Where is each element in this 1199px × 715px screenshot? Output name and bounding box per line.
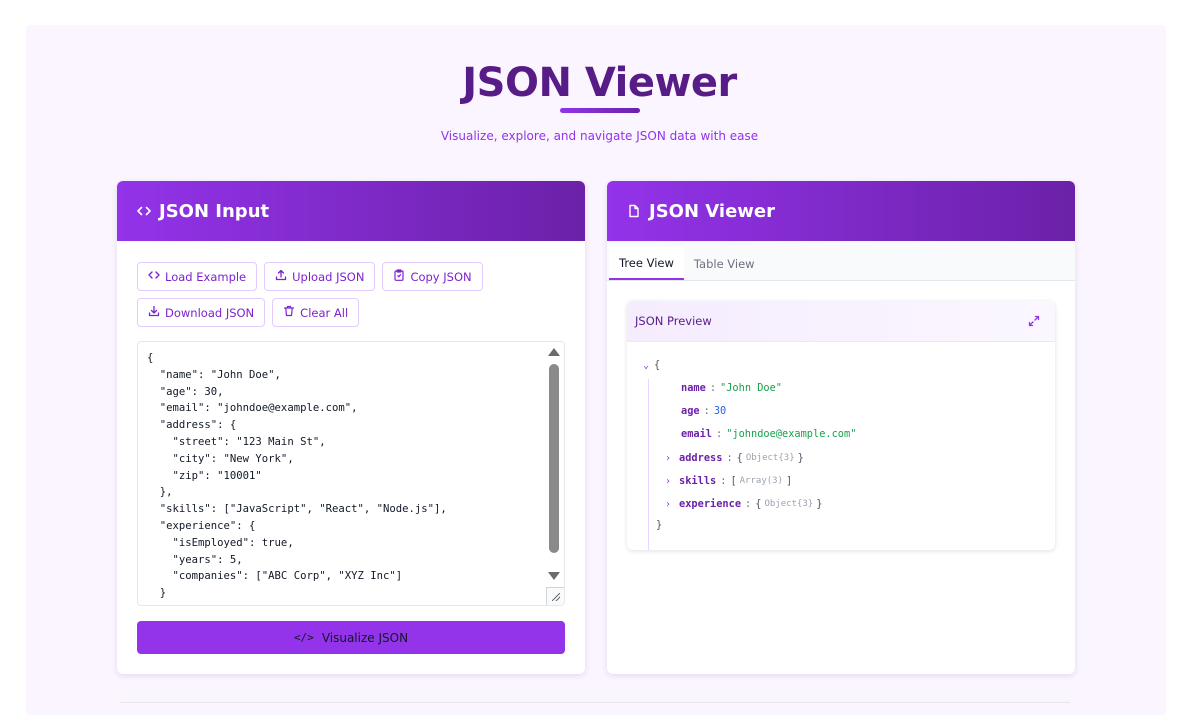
scroll-up-arrow-icon[interactable] <box>548 348 560 356</box>
page-header: JSON Viewer Visualize, explore, and navi… <box>0 60 1199 143</box>
tree-row-skills[interactable]: › skills : [ Array(3) ] <box>665 475 792 487</box>
tree-row-email: email : "johndoe@example.com" <box>681 428 856 440</box>
close-brace: } <box>816 498 823 510</box>
download-json-button[interactable]: Download JSON <box>137 298 266 327</box>
tree-value-string: "John Doe" <box>720 382 783 394</box>
json-preview-title: JSON Preview <box>635 314 712 328</box>
tab-table-view[interactable]: Table View <box>684 247 765 280</box>
clear-all-label: Clear All <box>300 305 349 320</box>
code-icon <box>148 269 160 284</box>
clipboard-icon <box>393 269 405 284</box>
json-viewer-card: JSON Viewer Tree View Table View JSON Pr… <box>607 181 1075 674</box>
tree-key: skills <box>679 475 717 487</box>
page-title: JSON Viewer <box>462 60 737 106</box>
visualize-json-label: Visualize JSON <box>321 630 409 645</box>
copy-json-button[interactable]: Copy JSON <box>382 262 483 291</box>
json-editor-textarea[interactable]: { "name": "John Doe", "age": 30, "email"… <box>137 341 565 606</box>
json-input-card: JSON Input Load Example Upload JSON Copy… <box>117 181 585 674</box>
tree-key: experience <box>679 498 742 510</box>
visualize-json-button[interactable]: </> Visualize JSON <box>137 621 565 654</box>
tree-colon: : <box>716 428 723 440</box>
tree-colon: : <box>703 405 710 417</box>
chevron-right-icon[interactable]: › <box>665 476 671 487</box>
tree-guide-line <box>648 379 649 550</box>
tree-value-number: 30 <box>713 405 727 417</box>
tree-key: name <box>681 382 706 394</box>
upload-icon <box>275 269 287 284</box>
file-icon <box>627 204 641 218</box>
tree-row-age: age : 30 <box>681 405 726 417</box>
copy-json-label: Copy JSON <box>410 269 472 284</box>
clear-all-button[interactable]: Clear All <box>272 298 360 327</box>
json-preview-panel: JSON Preview ⌄ { name : "John Doe" age :… <box>627 301 1055 550</box>
toolbar-row-1: Load Example Upload JSON Copy JSON <box>137 262 483 291</box>
open-brace: { <box>755 498 762 510</box>
expand-icon[interactable] <box>1027 314 1041 328</box>
tab-tree-view[interactable]: Tree View <box>609 247 684 280</box>
tree-key: age <box>681 405 700 417</box>
root-close-brace: } <box>656 519 663 531</box>
tree-colon: : <box>726 452 733 464</box>
load-example-button[interactable]: Load Example <box>137 262 258 291</box>
tree-colon: : <box>720 475 727 487</box>
scroll-thumb[interactable] <box>549 364 559 553</box>
json-input-title: JSON Input <box>159 200 270 222</box>
close-brace: } <box>797 452 804 464</box>
toolbar-row-2: Download JSON Clear All <box>137 298 360 327</box>
download-json-label: Download JSON <box>165 305 255 320</box>
object-size-meta: Object{3} <box>745 453 795 463</box>
tree-row-address[interactable]: › address : { Object{3} } <box>665 452 804 464</box>
json-viewer-header: JSON Viewer <box>607 181 1075 241</box>
root-open-brace: { <box>654 359 661 371</box>
json-viewer-title: JSON Viewer <box>649 200 775 222</box>
code-icon <box>137 204 151 218</box>
tree-root-row[interactable]: ⌄ { <box>643 359 660 371</box>
editor-scrollbar[interactable] <box>546 342 564 605</box>
page-subtitle: Visualize, explore, and navigate JSON da… <box>440 129 759 143</box>
title-underline <box>559 108 640 113</box>
trash-icon <box>283 305 295 320</box>
object-size-meta: Object{3} <box>764 499 814 509</box>
json-input-header: JSON Input <box>117 181 585 241</box>
resize-grip-icon[interactable] <box>546 587 564 605</box>
chevron-right-icon[interactable]: › <box>665 499 671 510</box>
tree-value-string: "johndoe@example.com" <box>726 428 857 440</box>
view-tabs: Tree View Table View <box>607 241 1075 281</box>
close-bracket: ] <box>786 475 793 487</box>
download-icon <box>148 305 160 320</box>
tree-row-name: name : "John Doe" <box>681 382 782 394</box>
open-brace: { <box>736 452 743 464</box>
chevron-down-icon[interactable]: ⌄ <box>643 360 649 371</box>
code-icon: </> <box>293 631 314 644</box>
json-editor-content[interactable]: { "name": "John Doe", "age": 30, "email"… <box>138 342 564 605</box>
scroll-down-arrow-icon[interactable] <box>548 572 560 580</box>
load-example-label: Load Example <box>165 269 247 284</box>
json-preview-header: JSON Preview <box>627 301 1055 342</box>
tree-colon: : <box>709 382 717 394</box>
upload-json-button[interactable]: Upload JSON <box>264 262 376 291</box>
chevron-right-icon[interactable]: › <box>665 453 671 464</box>
tree-row-experience[interactable]: › experience : { Object{3} } <box>665 498 822 510</box>
tree-colon: : <box>745 498 752 510</box>
open-bracket: [ <box>730 475 737 487</box>
array-size-meta: Array(3) <box>739 476 783 486</box>
tree-key: email <box>681 428 712 440</box>
tree-root-close: } <box>656 519 662 531</box>
tree-key: address <box>679 452 723 464</box>
upload-json-label: Upload JSON <box>292 269 365 284</box>
